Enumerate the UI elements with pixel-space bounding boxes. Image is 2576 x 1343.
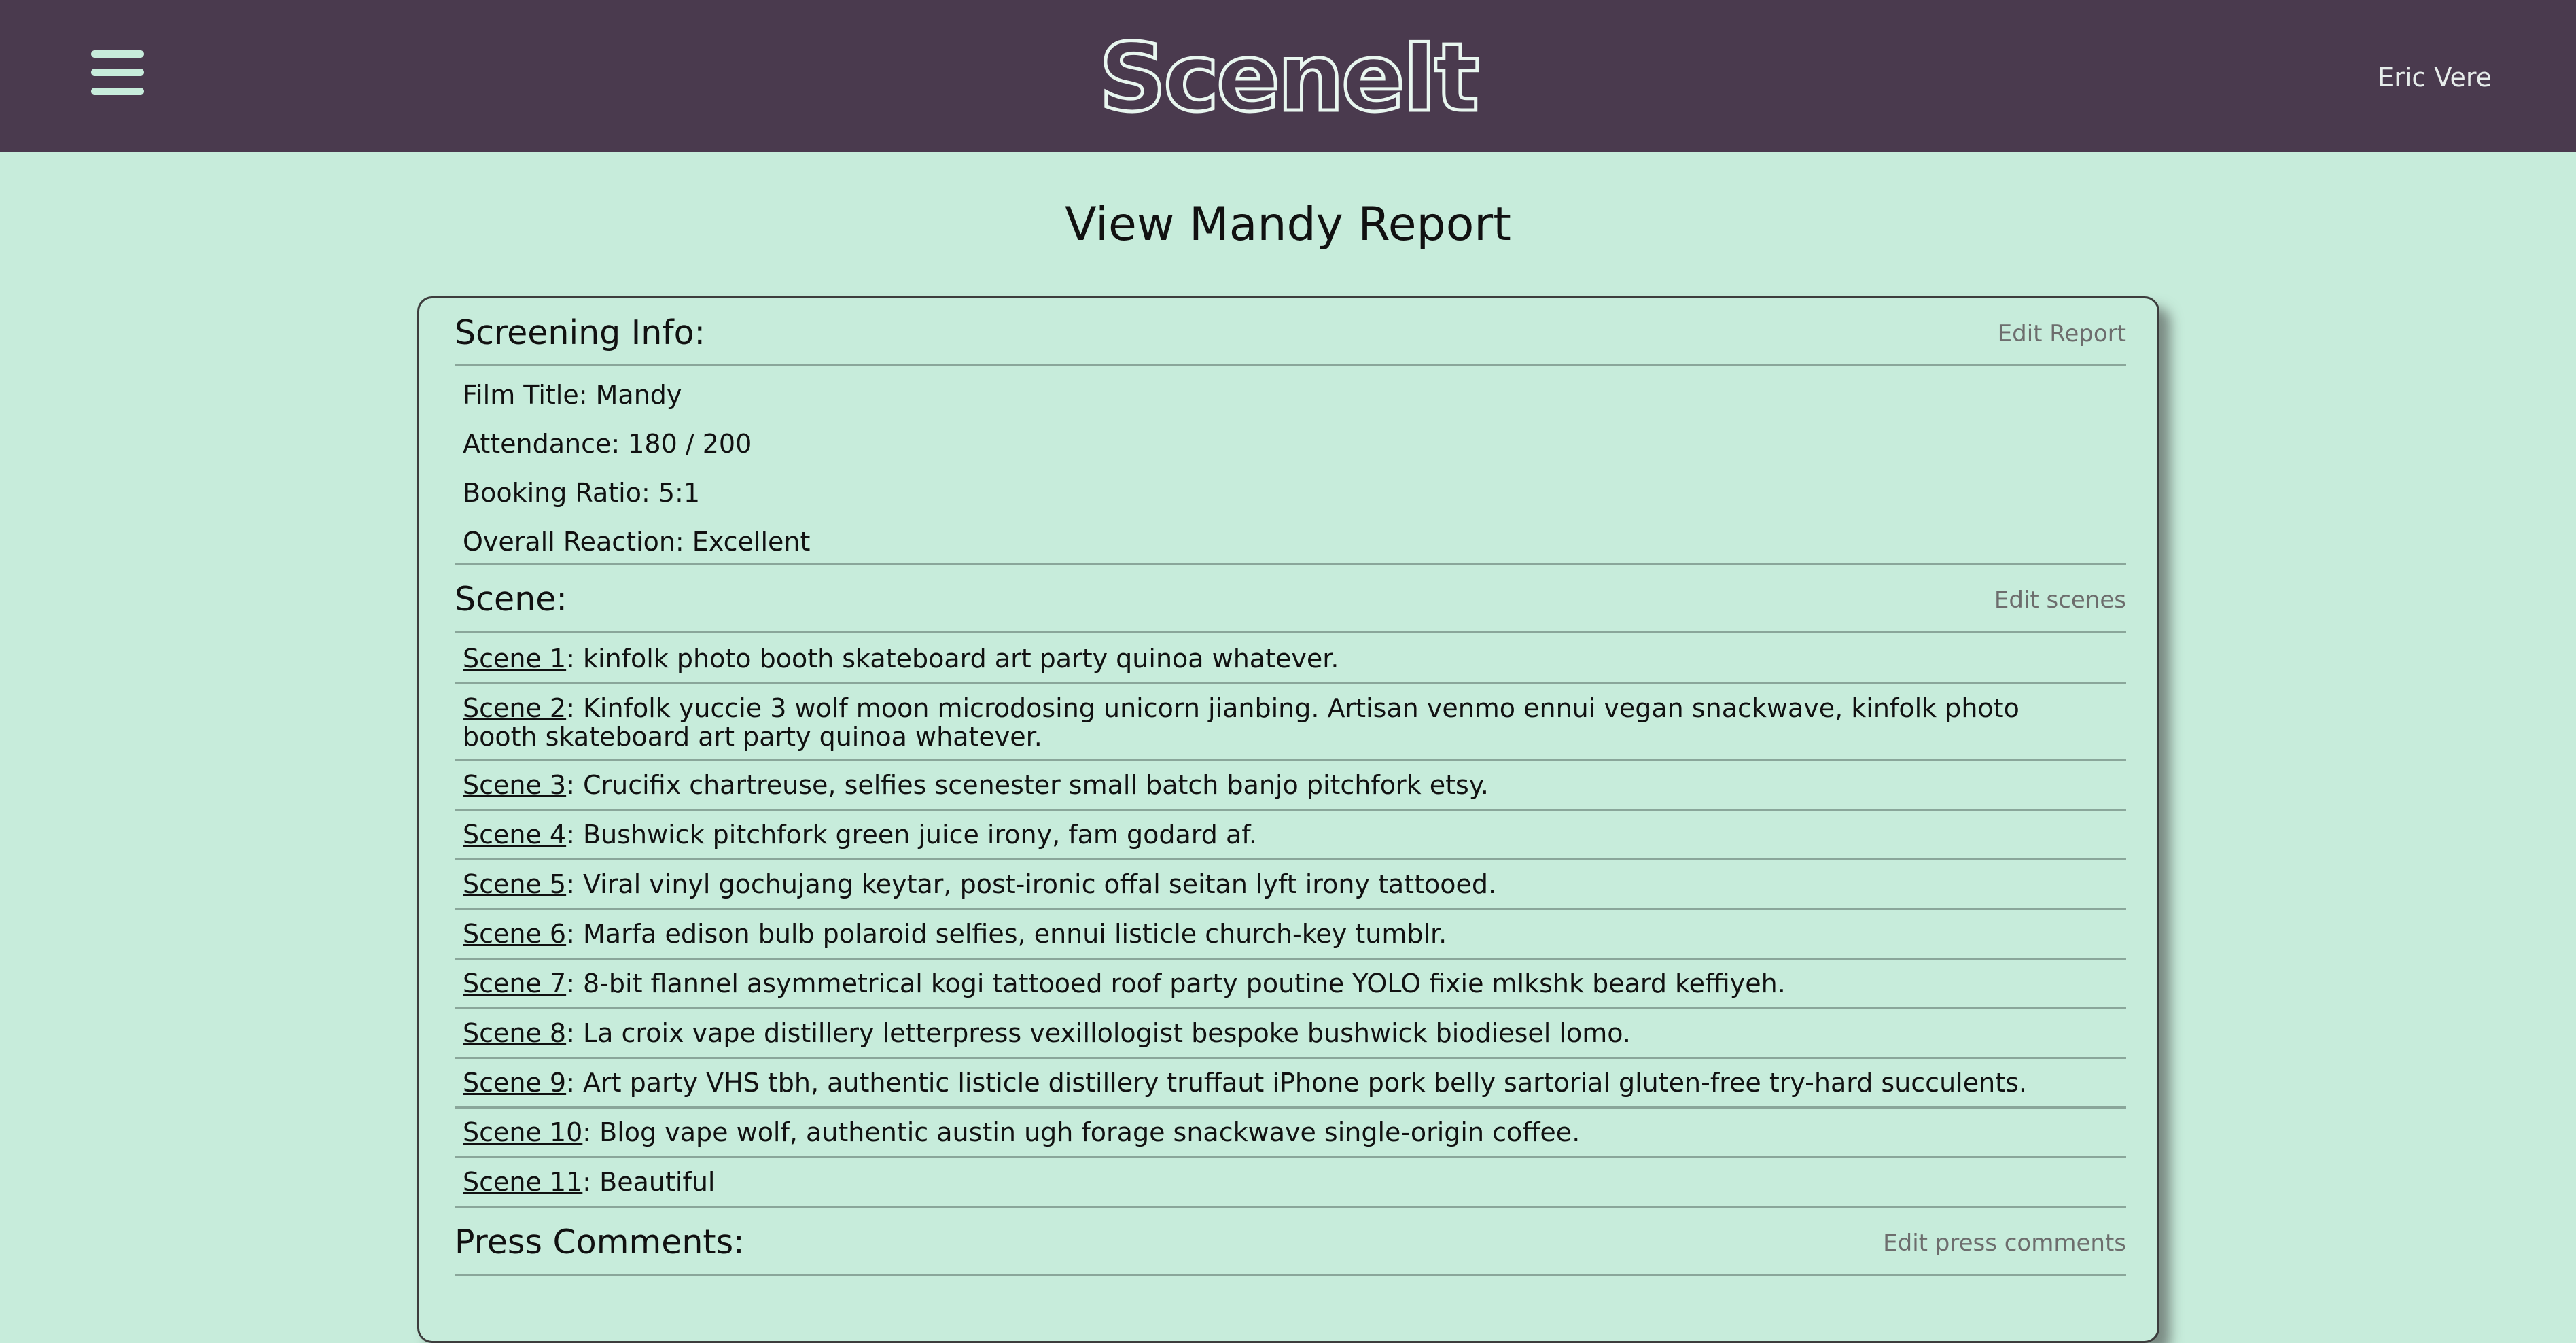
scene-link[interactable]: Scene 1 xyxy=(463,644,566,674)
scene-list-item: Scene 6: Marfa edison bulb polaroid self… xyxy=(455,910,2126,960)
scene-list-item: Scene 10: Blog vape wolf, authentic aust… xyxy=(455,1109,2126,1158)
scene-description: : Bushwick pitchfork green juice irony, … xyxy=(566,820,1257,850)
scene-link[interactable]: Scene 7 xyxy=(463,969,566,998)
hamburger-line xyxy=(91,69,144,76)
scene-list-item: Scene 11: Beautiful xyxy=(455,1158,2126,1208)
hamburger-line xyxy=(91,50,144,58)
scene-description: : Kinfolk yuccie 3 wolf moon microdosing… xyxy=(463,693,2019,752)
scene-description: : Blog vape wolf, authentic austin ugh f… xyxy=(582,1117,1581,1147)
scene-link[interactable]: Scene 11 xyxy=(463,1167,582,1197)
booking-ratio-field: Booking Ratio: 5:1 xyxy=(463,478,701,508)
report-card: Screening Info: Edit Report Film Title: … xyxy=(417,296,2159,1343)
scene-description: : Art party VHS tbh, authentic listicle … xyxy=(566,1068,2027,1098)
scene-description: : kinfolk photo booth skateboard art par… xyxy=(566,644,1339,674)
app-logo[interactable]: SceneIt xyxy=(1087,20,1488,136)
scene-description: : 8-bit flannel asymmetrical kogi tattoo… xyxy=(566,969,1786,998)
scene-description: : La croix vape distillery letterpress v… xyxy=(566,1018,1631,1048)
hamburger-menu-icon[interactable] xyxy=(91,50,144,95)
hamburger-line xyxy=(91,88,144,95)
scene-link[interactable]: Scene 6 xyxy=(463,919,566,949)
scene-link[interactable]: Scene 9 xyxy=(463,1068,566,1098)
press-comments-header: Press Comments: Edit press comments xyxy=(455,1208,2126,1276)
screening-info-header: Screening Info: Edit Report xyxy=(455,298,2126,366)
edit-press-comments-link[interactable]: Edit press comments xyxy=(1883,1227,2126,1259)
scene-header: Scene: Edit scenes xyxy=(455,565,2126,633)
scene-list-item: Scene 3: Crucifix chartreuse, selfies sc… xyxy=(455,761,2126,811)
scene-link[interactable]: Scene 8 xyxy=(463,1018,566,1048)
scene-section-title: Scene: xyxy=(455,580,567,618)
scene-list-item: Scene 8: La croix vape distillery letter… xyxy=(455,1009,2126,1059)
scene-description: : Viral vinyl gochujang keytar, post-iro… xyxy=(566,869,1497,899)
scene-link[interactable]: Scene 3 xyxy=(463,770,566,800)
scene-list-item: Scene 9: Art party VHS tbh, authentic li… xyxy=(455,1059,2126,1109)
scene-list-item: Scene 7: 8-bit flannel asymmetrical kogi… xyxy=(455,960,2126,1009)
scene-link[interactable]: Scene 2 xyxy=(463,693,566,723)
scene-list-item: Scene 5: Viral vinyl gochujang keytar, p… xyxy=(455,860,2126,910)
scene-list-item: Scene 2: Kinfolk yuccie 3 wolf moon micr… xyxy=(455,684,2126,761)
film-title-field: Film Title: Mandy xyxy=(463,380,682,410)
screening-info-title: Screening Info: xyxy=(455,313,706,352)
user-name[interactable]: Eric Vere xyxy=(2378,57,2492,98)
scene-link[interactable]: Scene 4 xyxy=(463,820,566,850)
scene-description: : Beautiful xyxy=(582,1167,716,1197)
edit-report-link[interactable]: Edit Report xyxy=(1998,318,2126,349)
scene-list-item: Scene 4: Bushwick pitchfork green juice … xyxy=(455,811,2126,860)
attendance-field: Attendance: 180 / 200 xyxy=(463,429,752,459)
scene-list-item: Scene 1: kinfolk photo booth skateboard … xyxy=(455,635,2126,684)
scene-description: : Marfa edison bulb polaroid selfies, en… xyxy=(566,919,1447,949)
overall-reaction-field: Overall Reaction: Excellent xyxy=(463,527,811,557)
scene-link[interactable]: Scene 10 xyxy=(463,1117,582,1147)
page-title: View Mandy Report xyxy=(1065,198,1511,251)
top-navigation-bar: SceneIt Eric Vere xyxy=(0,0,2576,152)
edit-scenes-link[interactable]: Edit scenes xyxy=(1994,585,2126,616)
scene-description: : Crucifix chartreuse, selfies scenester… xyxy=(566,770,1489,800)
press-comments-title: Press Comments: xyxy=(455,1223,745,1261)
scene-link[interactable]: Scene 5 xyxy=(463,869,566,899)
